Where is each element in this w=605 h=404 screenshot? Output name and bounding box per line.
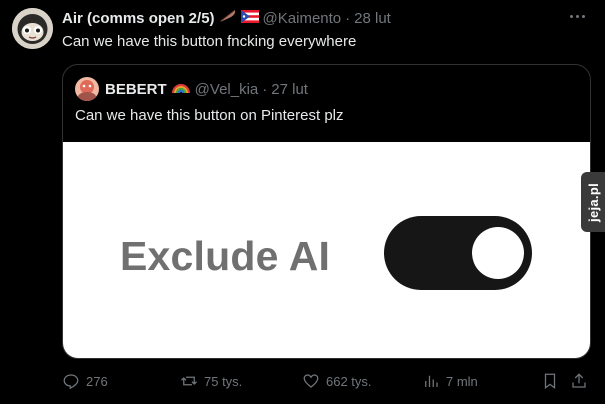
like-count: 662 tys.: [326, 373, 372, 389]
repost-count: 75 tys.: [204, 373, 243, 389]
reply-icon: [63, 374, 79, 390]
exclude-ai-toggle: [384, 216, 532, 290]
quoted-tweet[interactable]: BEBERT @Vel_kia · 27 lut Can we have thi…: [62, 64, 591, 359]
tweet-actions: 276 75 tys. 662 tys. 7 mln: [62, 372, 592, 392]
views-button[interactable]: 7 mln: [422, 372, 478, 390]
quoted-tweet-text: Can we have this button on Pinterest plz: [75, 107, 344, 124]
author-name[interactable]: Air (comms open 2/5): [62, 10, 215, 28]
bookmark-icon: [544, 373, 556, 390]
quoted-tweet-header: BEBERT @Vel_kia · 27 lut: [105, 80, 308, 99]
feather-emoji-icon: [219, 9, 237, 28]
repost-button[interactable]: 75 tys.: [180, 372, 242, 390]
exclude-ai-label: Exclude AI: [120, 233, 331, 279]
share-icon: [572, 373, 586, 388]
toggle-knob: [472, 227, 524, 279]
analytics-icon: [425, 375, 438, 387]
quoted-tweet-image[interactable]: Exclude AI: [63, 142, 590, 358]
more-horizontal-icon: [569, 14, 573, 18]
author-handle[interactable]: @Kaimento: [263, 10, 342, 28]
quoted-avatar-image: [75, 77, 99, 101]
tweet-timestamp[interactable]: 28 lut: [354, 10, 391, 28]
avatar-image: [12, 8, 53, 49]
heart-icon: [303, 374, 319, 388]
rainbow-emoji-icon: [171, 80, 191, 99]
view-count: 7 mln: [446, 373, 478, 389]
repost-icon: [181, 376, 197, 386]
watermark-text: jeja.pl: [585, 182, 601, 222]
tweet-text: Can we have this button fncking everywhe…: [62, 33, 357, 50]
share-button[interactable]: [570, 372, 588, 390]
quoted-author-name[interactable]: BEBERT: [105, 81, 167, 99]
quoted-author-handle[interactable]: @Vel_kia: [195, 81, 259, 99]
quoted-tweet-timestamp[interactable]: 27 lut: [271, 81, 308, 99]
tweet-header: Air (comms open 2/5) @Kaimento · 28 lut: [62, 9, 391, 28]
reply-count: 276: [86, 373, 108, 389]
watermark: jeja.pl: [581, 172, 605, 232]
puerto-rico-flag-icon: [240, 9, 259, 28]
like-button[interactable]: 662 tys.: [302, 372, 372, 390]
bookmark-button[interactable]: [541, 372, 559, 390]
reply-button[interactable]: 276: [62, 372, 108, 390]
more-options-button[interactable]: [565, 6, 589, 26]
separator-dot: ·: [345, 9, 351, 27]
separator-dot: ·: [262, 80, 268, 98]
author-avatar[interactable]: [12, 8, 53, 49]
quoted-author-avatar[interactable]: [75, 77, 99, 101]
